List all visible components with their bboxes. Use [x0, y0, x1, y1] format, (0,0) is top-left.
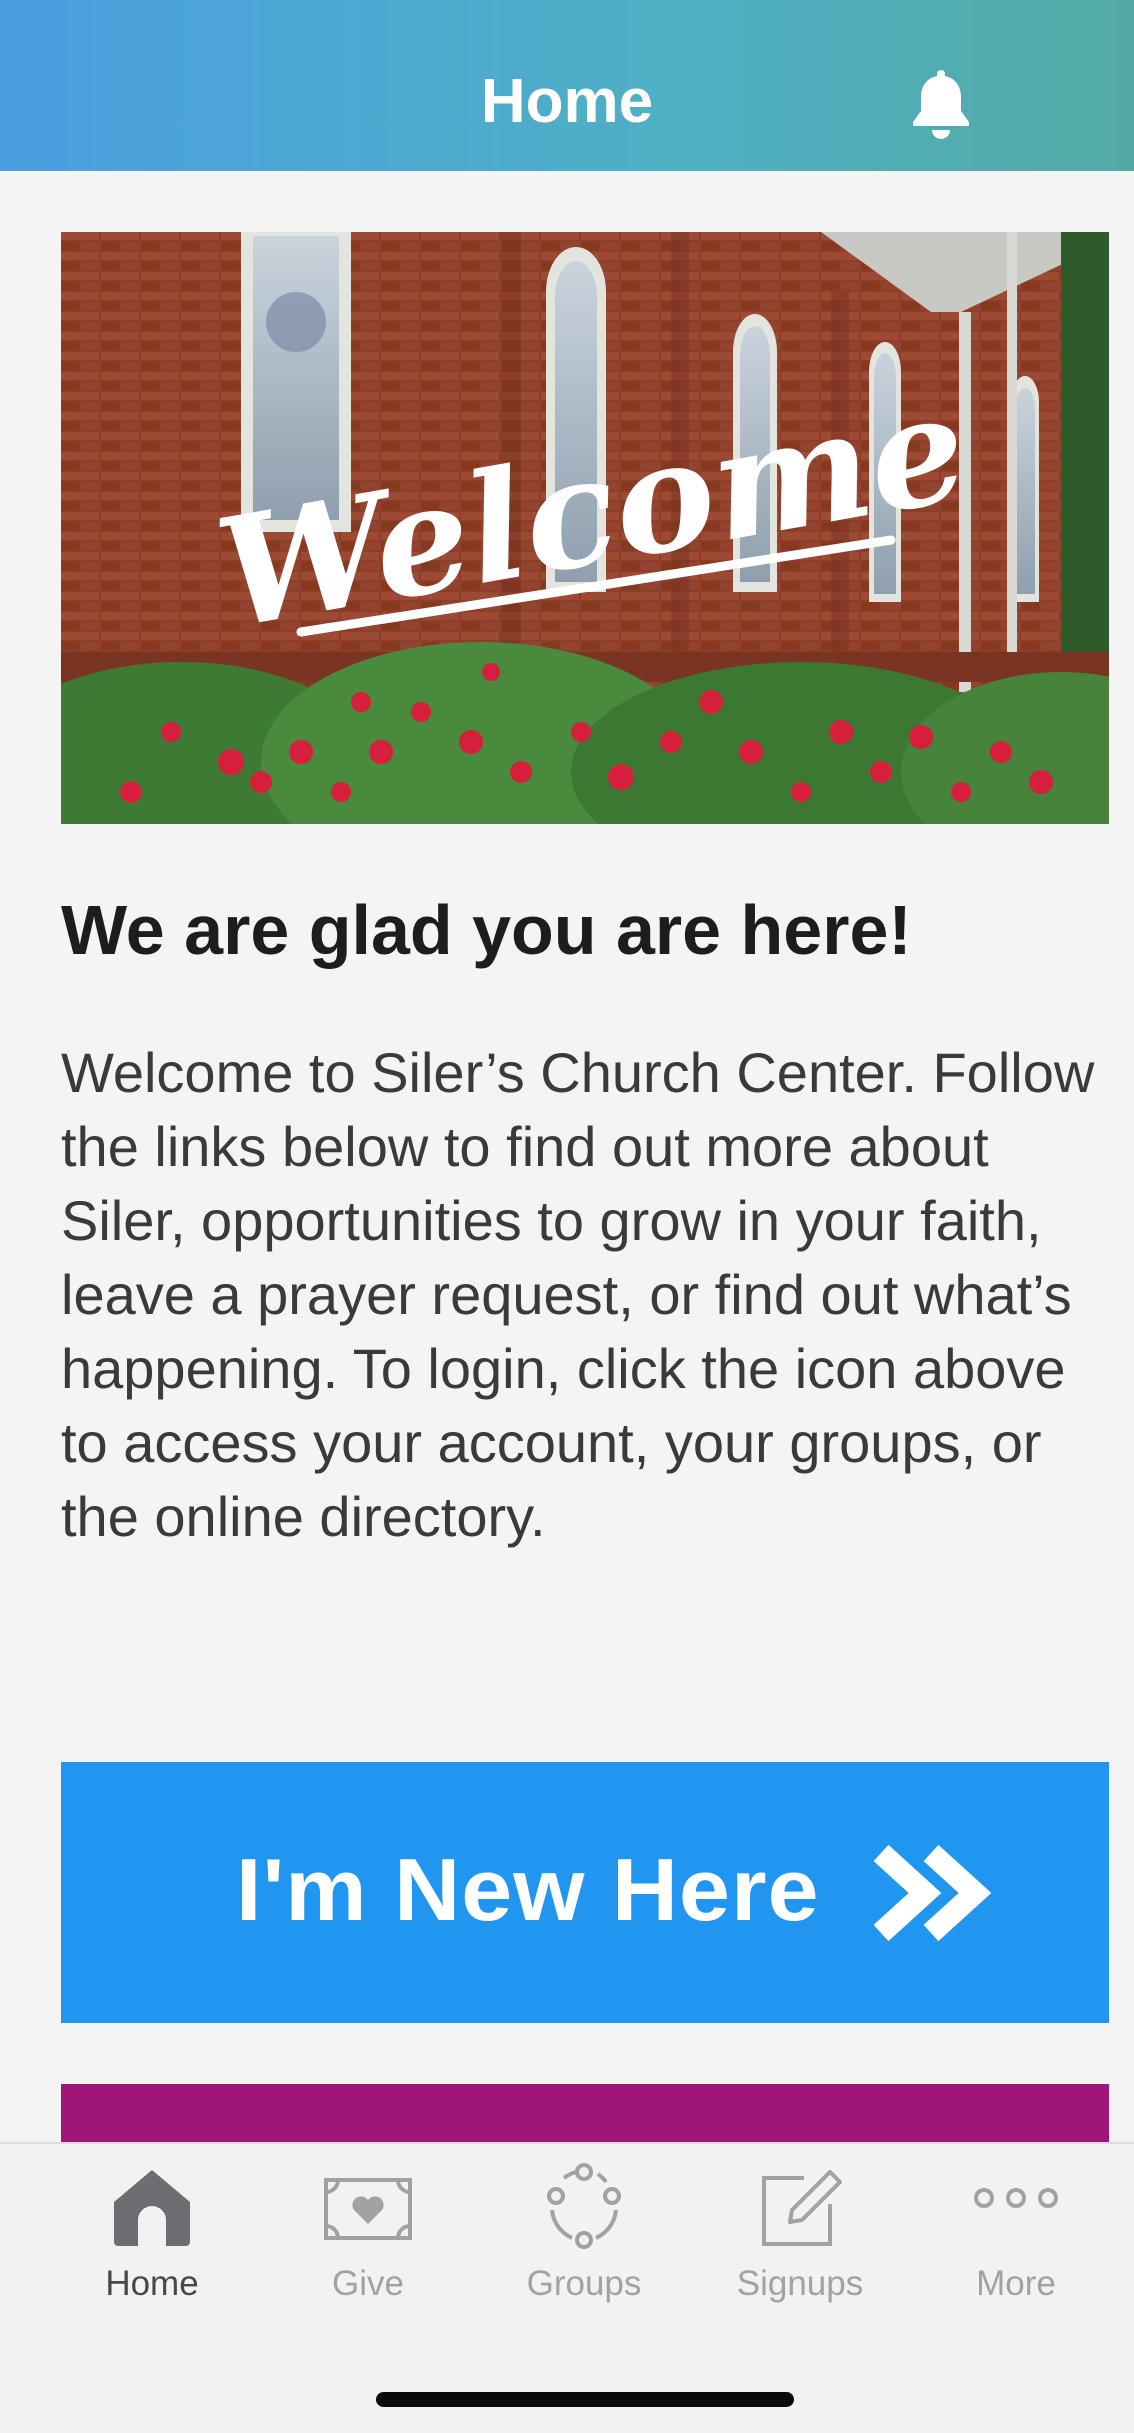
tab-more-label: More [976, 2264, 1056, 2303]
top-navigation-bar: Home [0, 0, 1134, 171]
welcome-heading: We are glad you are here! [61, 891, 912, 969]
bottom-tab-bar: Home Give Groups Signups More [0, 2142, 1134, 2433]
tab-home[interactable]: Home [67, 2160, 237, 2320]
tab-more[interactable]: More [931, 2160, 1101, 2320]
tab-groups-label: Groups [526, 2264, 642, 2303]
tab-signups[interactable]: Signups [715, 2160, 885, 2320]
im-new-here-label: I'm New Here [236, 1840, 820, 1939]
double-chevron-right-icon [873, 1844, 992, 1942]
welcome-banner-image: Welcome [61, 232, 1109, 824]
im-new-here-button[interactable]: I'm New Here [61, 1762, 1109, 2023]
tab-home-label: Home [105, 2264, 199, 2303]
home-icon [114, 2170, 190, 2246]
signups-edit-icon [762, 2170, 842, 2246]
bell-icon[interactable] [908, 66, 974, 142]
welcome-description: Welcome to Siler’s Church Center. Follow… [61, 1041, 1095, 1548]
home-indicator[interactable] [376, 2392, 794, 2407]
tab-give-label: Give [332, 2264, 404, 2303]
tab-groups[interactable]: Groups [499, 2160, 669, 2320]
church-photo: Welcome [61, 232, 1109, 824]
give-money-icon [324, 2178, 412, 2240]
groups-icon [547, 2163, 621, 2249]
more-dots-icon [974, 2188, 1058, 2208]
tab-give[interactable]: Give [283, 2160, 453, 2320]
tab-signups-label: Signups [736, 2264, 864, 2303]
